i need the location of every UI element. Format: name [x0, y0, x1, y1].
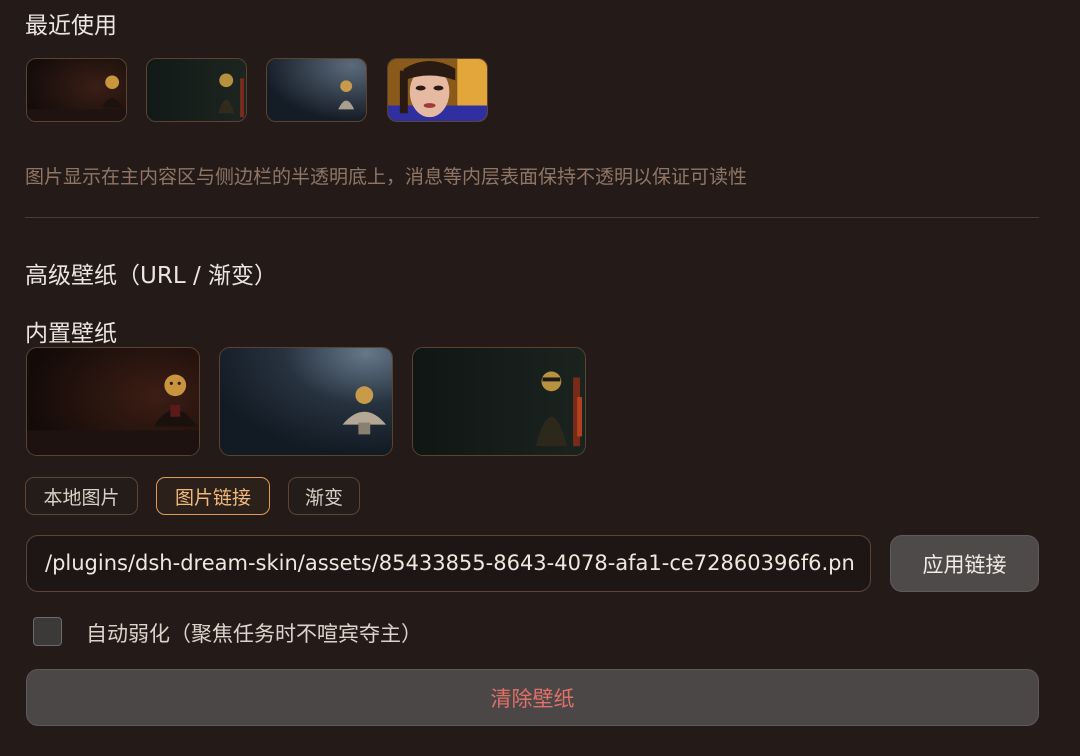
- tab-local-image[interactable]: 本地图片: [25, 477, 138, 515]
- wallpaper-hint-text: 图片显示在主内容区与侧边栏的半透明底上，消息等内层表面保持不透明以保证可读性: [25, 166, 748, 188]
- wallpaper-url-input[interactable]: /plugins/dsh-dream-skin/assets/85433855-…: [26, 535, 871, 592]
- recent-section-title: 最近使用: [25, 13, 117, 39]
- tab-image-link[interactable]: 图片链接: [156, 477, 270, 515]
- recent-wallpaper-3[interactable]: [266, 58, 367, 122]
- builtin-wallpaper-2[interactable]: [219, 347, 393, 456]
- builtin-wallpaper-3[interactable]: [412, 347, 586, 456]
- section-divider: [25, 217, 1039, 218]
- recent-portrait[interactable]: [387, 58, 488, 122]
- auto-dim-checkbox[interactable]: [33, 617, 62, 646]
- recent-wallpaper-2[interactable]: [146, 58, 247, 122]
- tab-gradient[interactable]: 渐变: [288, 477, 360, 515]
- builtin-section-title: 内置壁纸: [25, 321, 117, 347]
- auto-dim-label: 自动弱化（聚焦任务时不喧宾夺主）: [86, 622, 422, 646]
- builtin-wallpaper-1[interactable]: [26, 347, 200, 456]
- apply-link-button[interactable]: 应用链接: [890, 535, 1039, 592]
- recent-wallpaper-1[interactable]: [26, 58, 127, 122]
- advanced-section-title: 高级壁纸（URL / 渐变）: [25, 263, 278, 289]
- clear-wallpaper-button[interactable]: 清除壁纸: [26, 669, 1039, 726]
